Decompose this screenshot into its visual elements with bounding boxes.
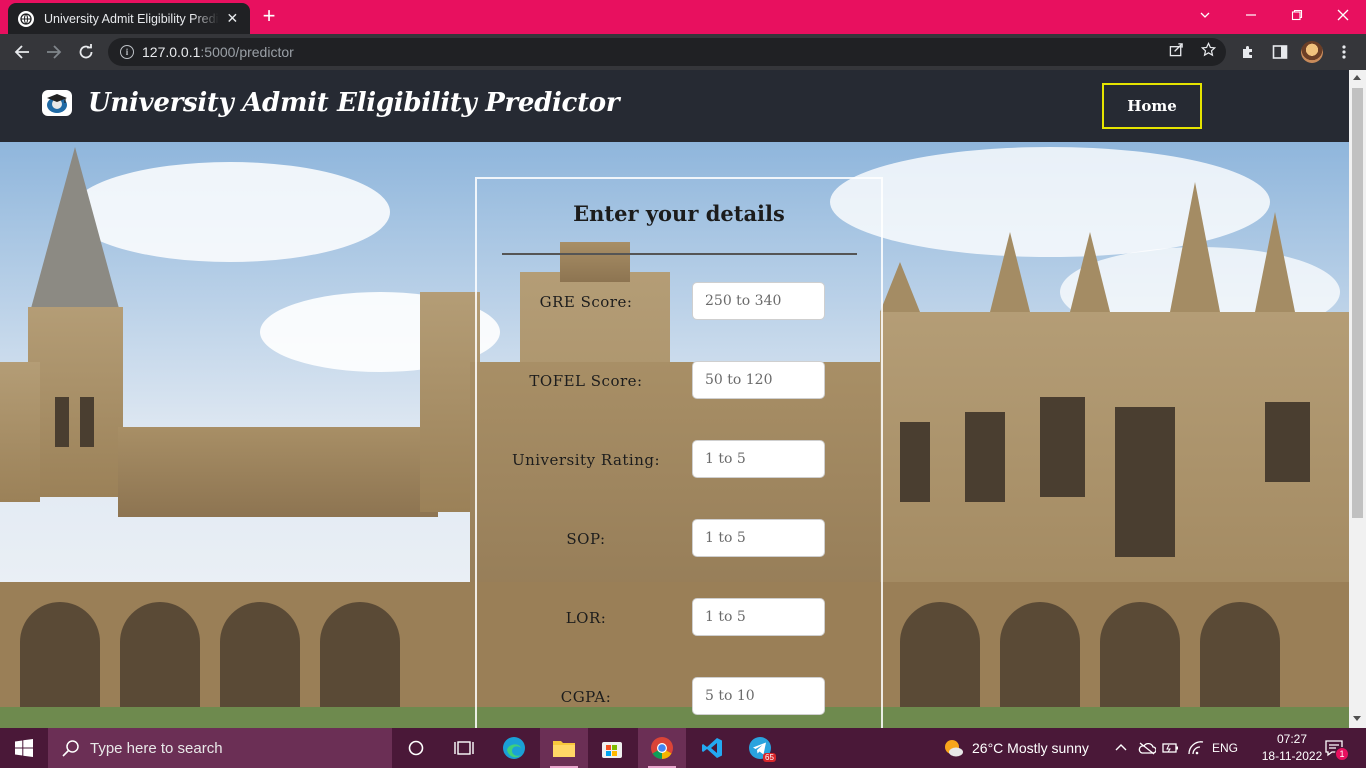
gre-score-input[interactable] xyxy=(692,282,825,320)
weather-text[interactable]: 26°C Mostly sunny xyxy=(972,740,1089,756)
url-text: 127.0.0.1:5000/predictor xyxy=(142,44,294,60)
gre-score-label: GRE Score: xyxy=(539,293,633,311)
scrollbar-thumb[interactable] xyxy=(1352,88,1363,518)
address-bar[interactable]: i 127.0.0.1:5000/predictor xyxy=(108,38,1226,66)
window-close-icon[interactable] xyxy=(1320,0,1366,30)
notification-count-badge: 1 xyxy=(1335,747,1349,761)
task-view-icon[interactable] xyxy=(440,728,488,768)
notification-center-icon[interactable]: 1 xyxy=(1325,739,1349,761)
form-heading: Enter your details xyxy=(573,201,785,226)
forward-arrow-icon[interactable] xyxy=(43,41,65,63)
new-tab-button[interactable]: + xyxy=(258,5,280,28)
menu-kebab-icon[interactable] xyxy=(1334,42,1354,62)
share-icon[interactable] xyxy=(1167,40,1185,58)
tab-close-icon[interactable]: ✕ xyxy=(225,11,240,27)
site-navbar: University Admit Eligibility Predictor H… xyxy=(0,70,1349,142)
taskbar-search-placeholder: Type here to search xyxy=(90,739,223,757)
edge-browser-icon[interactable] xyxy=(490,728,538,768)
task-view-cortana-icon[interactable] xyxy=(392,728,440,768)
search-icon xyxy=(62,740,79,757)
tofel-score-input[interactable] xyxy=(692,361,825,399)
lor-input[interactable] xyxy=(692,598,825,636)
file-explorer-icon[interactable] xyxy=(540,728,588,768)
telegram-icon[interactable]: 65 xyxy=(736,728,784,768)
lor-label: LOR: xyxy=(565,609,607,627)
clock-date[interactable]: 18-11-2022 xyxy=(1250,749,1334,763)
minimize-icon[interactable] xyxy=(1228,0,1274,30)
site-info-icon[interactable]: i xyxy=(120,45,134,59)
scroll-up-arrow-icon[interactable] xyxy=(1353,75,1361,80)
telegram-badge: 65 xyxy=(763,753,776,762)
vscode-icon[interactable] xyxy=(688,728,736,768)
tab-search-chevron-icon[interactable] xyxy=(1182,0,1228,30)
heading-divider xyxy=(502,253,857,255)
battery-icon[interactable] xyxy=(1162,740,1180,759)
scroll-down-arrow-icon[interactable] xyxy=(1353,716,1361,721)
bookmark-star-icon[interactable] xyxy=(1199,40,1217,58)
wifi-icon[interactable] xyxy=(1187,740,1205,759)
home-button[interactable]: Home xyxy=(1102,83,1202,129)
restore-icon[interactable] xyxy=(1274,0,1320,30)
side-panel-icon[interactable] xyxy=(1270,42,1290,62)
cgpa-label: CGPA: xyxy=(560,688,612,706)
windows-start-icon[interactable] xyxy=(0,728,48,768)
sop-label: SOP: xyxy=(566,530,606,548)
back-arrow-icon[interactable] xyxy=(11,41,33,63)
web-page: University Admit Eligibility Predictor H… xyxy=(0,70,1349,728)
clock-time[interactable]: 07:27 xyxy=(1262,732,1322,746)
windows-taskbar: Type here to search 65 26°C Mostly sunny xyxy=(0,728,1366,768)
weather-sun-icon[interactable] xyxy=(942,737,964,759)
browser-tab[interactable]: University Admit Eligibility Predictor ✕ xyxy=(8,3,250,34)
profile-avatar[interactable] xyxy=(1301,41,1323,63)
tab-title: University Admit Eligibility Predictor xyxy=(44,11,219,26)
browser-tab-bar: University Admit Eligibility Predictor ✕… xyxy=(0,0,1366,34)
onedrive-icon[interactable] xyxy=(1138,740,1157,759)
university-rating-input[interactable] xyxy=(692,440,825,478)
site-title: University Admit Eligibility Predictor xyxy=(88,88,620,118)
reload-icon[interactable] xyxy=(75,41,97,63)
tofel-score-label: TOFEL Score: xyxy=(529,372,643,390)
language-indicator[interactable]: ENG xyxy=(1212,741,1238,755)
details-form: Enter your details GRE Score: TOFEL Scor… xyxy=(475,177,883,728)
taskbar-search-box[interactable]: Type here to search xyxy=(48,728,392,768)
university-rating-label: University Rating: xyxy=(511,451,661,469)
show-hidden-icons-chevron-icon[interactable] xyxy=(1114,740,1128,759)
sop-input[interactable] xyxy=(692,519,825,557)
graduation-cap-logo-icon xyxy=(42,90,72,116)
browser-toolbar: i 127.0.0.1:5000/predictor xyxy=(0,34,1366,70)
cgpa-input[interactable] xyxy=(692,677,825,715)
page-scrollbar[interactable] xyxy=(1349,70,1366,728)
microsoft-store-icon[interactable] xyxy=(588,728,636,768)
extensions-puzzle-icon[interactable] xyxy=(1238,42,1258,62)
chrome-icon[interactable] xyxy=(638,728,686,768)
globe-icon xyxy=(18,10,34,27)
